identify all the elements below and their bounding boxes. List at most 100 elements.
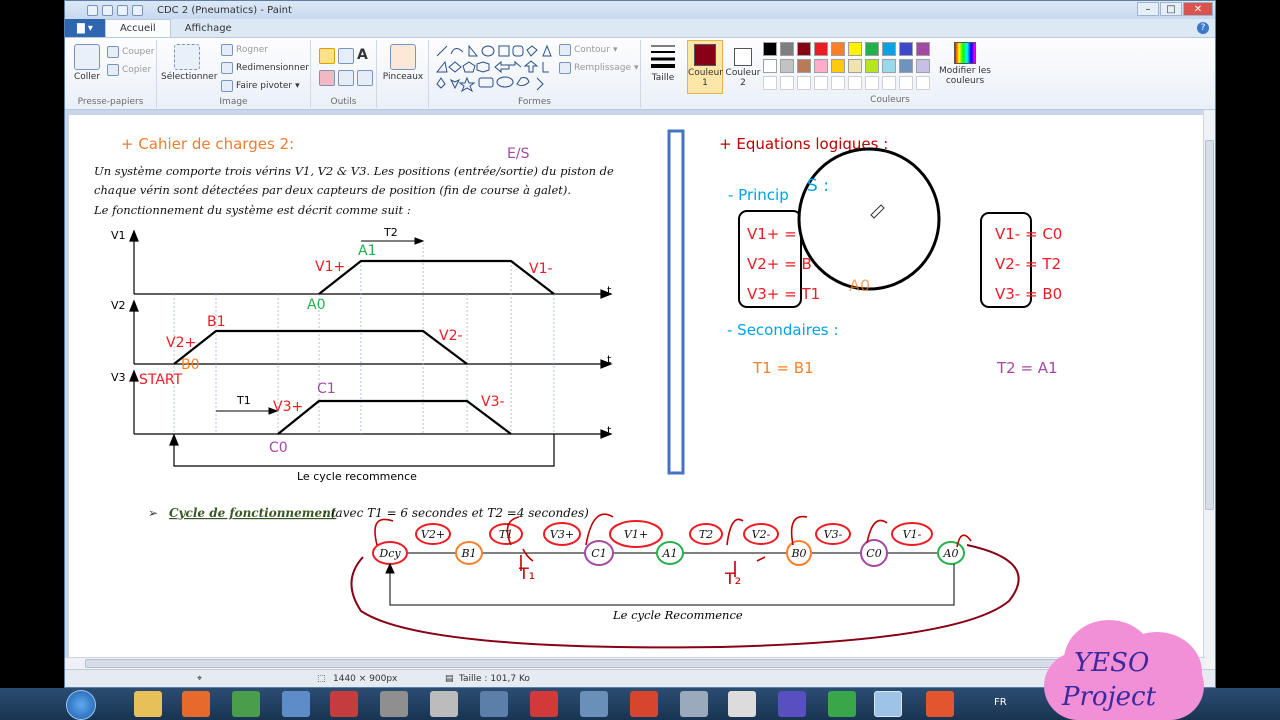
color-swatch[interactable] bbox=[848, 42, 862, 56]
horizontal-scrollbar[interactable] bbox=[65, 657, 1205, 669]
label-v3-minus: V3- bbox=[481, 394, 505, 410]
color-swatch[interactable] bbox=[916, 59, 930, 73]
color-swatch[interactable] bbox=[865, 42, 879, 56]
scissors-icon bbox=[107, 46, 119, 58]
color-swatch[interactable] bbox=[882, 59, 896, 73]
color-swatch[interactable] bbox=[916, 42, 930, 56]
color-picker-icon[interactable] bbox=[338, 70, 354, 86]
brushes-button[interactable]: Pinceaux bbox=[379, 44, 427, 82]
color-swatch[interactable] bbox=[797, 42, 811, 56]
edit-colors-button[interactable]: Modifier les couleurs bbox=[935, 42, 995, 86]
outline-dropdown[interactable]: Contour ▾ bbox=[559, 44, 617, 56]
custom-color-slot[interactable] bbox=[797, 76, 811, 90]
size-button[interactable]: Taille bbox=[645, 42, 681, 83]
vertical-scrollbar[interactable] bbox=[1203, 110, 1215, 659]
timer-label-t1: T1 bbox=[236, 394, 251, 407]
color-swatch[interactable] bbox=[899, 59, 913, 73]
chrome-icon[interactable] bbox=[232, 691, 260, 717]
app-icon[interactable] bbox=[380, 691, 408, 717]
color-swatch[interactable] bbox=[831, 59, 845, 73]
explorer-icon[interactable] bbox=[134, 691, 162, 717]
color-swatch[interactable] bbox=[865, 59, 879, 73]
color-swatch[interactable] bbox=[780, 59, 794, 73]
app-icon[interactable] bbox=[430, 691, 458, 717]
line-size-icon bbox=[651, 45, 675, 68]
color-swatch[interactable] bbox=[780, 42, 794, 56]
file-menu-button[interactable]: ▇ ▾ bbox=[65, 19, 105, 37]
tab-home[interactable]: Accueil bbox=[105, 19, 171, 37]
eraser-icon[interactable] bbox=[319, 70, 335, 86]
redo-icon[interactable] bbox=[117, 4, 128, 16]
app-icon[interactable] bbox=[728, 691, 756, 717]
close-button[interactable]: ✕ bbox=[1183, 2, 1213, 16]
copy-button[interactable]: Copier bbox=[107, 64, 151, 76]
color-swatch[interactable] bbox=[763, 42, 777, 56]
app-icon[interactable] bbox=[828, 691, 856, 717]
custom-color-slot[interactable] bbox=[865, 76, 879, 90]
custom-color-slot[interactable] bbox=[763, 76, 777, 90]
sim-app-icon[interactable] bbox=[330, 691, 358, 717]
cut-button[interactable]: Couper bbox=[107, 46, 154, 58]
paint-taskbar-icon[interactable] bbox=[874, 691, 902, 717]
ribbon: Coller Couper Copier Presse-papiers Séle… bbox=[65, 38, 1215, 110]
fill-bucket-icon[interactable] bbox=[338, 48, 354, 64]
paste-button[interactable]: Coller bbox=[69, 44, 105, 82]
chevron-down-icon: ▾ bbox=[295, 81, 300, 91]
custom-color-slot[interactable] bbox=[814, 76, 828, 90]
magnifier-icon[interactable] bbox=[357, 70, 373, 86]
firefox-icon[interactable] bbox=[182, 691, 210, 717]
image-dimensions: 1440 × 900px bbox=[333, 674, 398, 684]
paragraph-line: Le fonctionnement du système est décrit … bbox=[93, 203, 411, 217]
scroll-thumb[interactable] bbox=[85, 659, 1175, 668]
camtasia-icon[interactable] bbox=[926, 691, 954, 717]
app-icon[interactable] bbox=[480, 691, 508, 717]
color-swatch[interactable] bbox=[814, 59, 828, 73]
drawing-canvas[interactable]: + Cahier de charges 2: E/S Un système co… bbox=[69, 115, 1205, 659]
custom-color-slot[interactable] bbox=[780, 76, 794, 90]
secondary-heading: - Secondaires : bbox=[727, 321, 838, 339]
color-swatch[interactable] bbox=[882, 42, 896, 56]
custom-color-slot[interactable] bbox=[848, 76, 862, 90]
help-icon[interactable]: ? bbox=[1197, 22, 1209, 34]
resize-button[interactable]: Redimensionner bbox=[221, 62, 309, 74]
resize-icon bbox=[221, 62, 233, 74]
color-swatch[interactable] bbox=[797, 59, 811, 73]
state-a1: A1 bbox=[662, 547, 678, 560]
fill-dropdown[interactable]: Remplissage ▾ bbox=[559, 62, 639, 74]
custom-color-slot[interactable] bbox=[831, 76, 845, 90]
save-icon[interactable] bbox=[87, 4, 98, 16]
app-icon[interactable] bbox=[282, 691, 310, 717]
color-swatch[interactable] bbox=[763, 59, 777, 73]
tab-view[interactable]: Affichage bbox=[171, 19, 246, 37]
scroll-thumb[interactable] bbox=[1205, 140, 1214, 510]
custom-color-slot[interactable] bbox=[916, 76, 930, 90]
language-indicator[interactable]: FR bbox=[994, 697, 1007, 708]
cycle-title: Cycle de fonctionnement bbox=[169, 506, 337, 520]
shapes-gallery[interactable] bbox=[433, 44, 553, 92]
color-swatch[interactable] bbox=[831, 42, 845, 56]
color-swatch[interactable] bbox=[814, 42, 828, 56]
eq-t2: T2 = A1 bbox=[996, 359, 1058, 377]
text-tool-icon[interactable]: A bbox=[357, 47, 368, 63]
pencil-icon[interactable] bbox=[319, 48, 335, 64]
color1-button[interactable]: Couleur 1 bbox=[687, 40, 723, 94]
isis-icon[interactable] bbox=[580, 691, 608, 717]
app-icon[interactable] bbox=[680, 691, 708, 717]
yeso-watermark: YESO Project bbox=[1042, 612, 1212, 720]
customize-icon[interactable] bbox=[132, 4, 143, 16]
color-swatch[interactable] bbox=[899, 42, 913, 56]
custom-color-slot[interactable] bbox=[899, 76, 913, 90]
app-icon[interactable] bbox=[630, 691, 658, 717]
crop-button[interactable]: Rogner bbox=[221, 44, 268, 56]
start-button[interactable] bbox=[66, 690, 96, 720]
undo-icon[interactable] bbox=[102, 4, 113, 16]
custom-color-slot[interactable] bbox=[882, 76, 896, 90]
maximize-button[interactable]: □ bbox=[1160, 2, 1182, 16]
color2-button[interactable]: Couleur 2 bbox=[725, 40, 761, 88]
rotate-button[interactable]: Faire pivoter ▾ bbox=[221, 80, 300, 92]
select-button[interactable]: Sélectionner bbox=[161, 44, 217, 82]
color-swatch[interactable] bbox=[848, 59, 862, 73]
teams-icon[interactable] bbox=[778, 691, 806, 717]
ares-icon[interactable] bbox=[530, 691, 558, 717]
minimize-button[interactable]: – bbox=[1137, 2, 1159, 16]
